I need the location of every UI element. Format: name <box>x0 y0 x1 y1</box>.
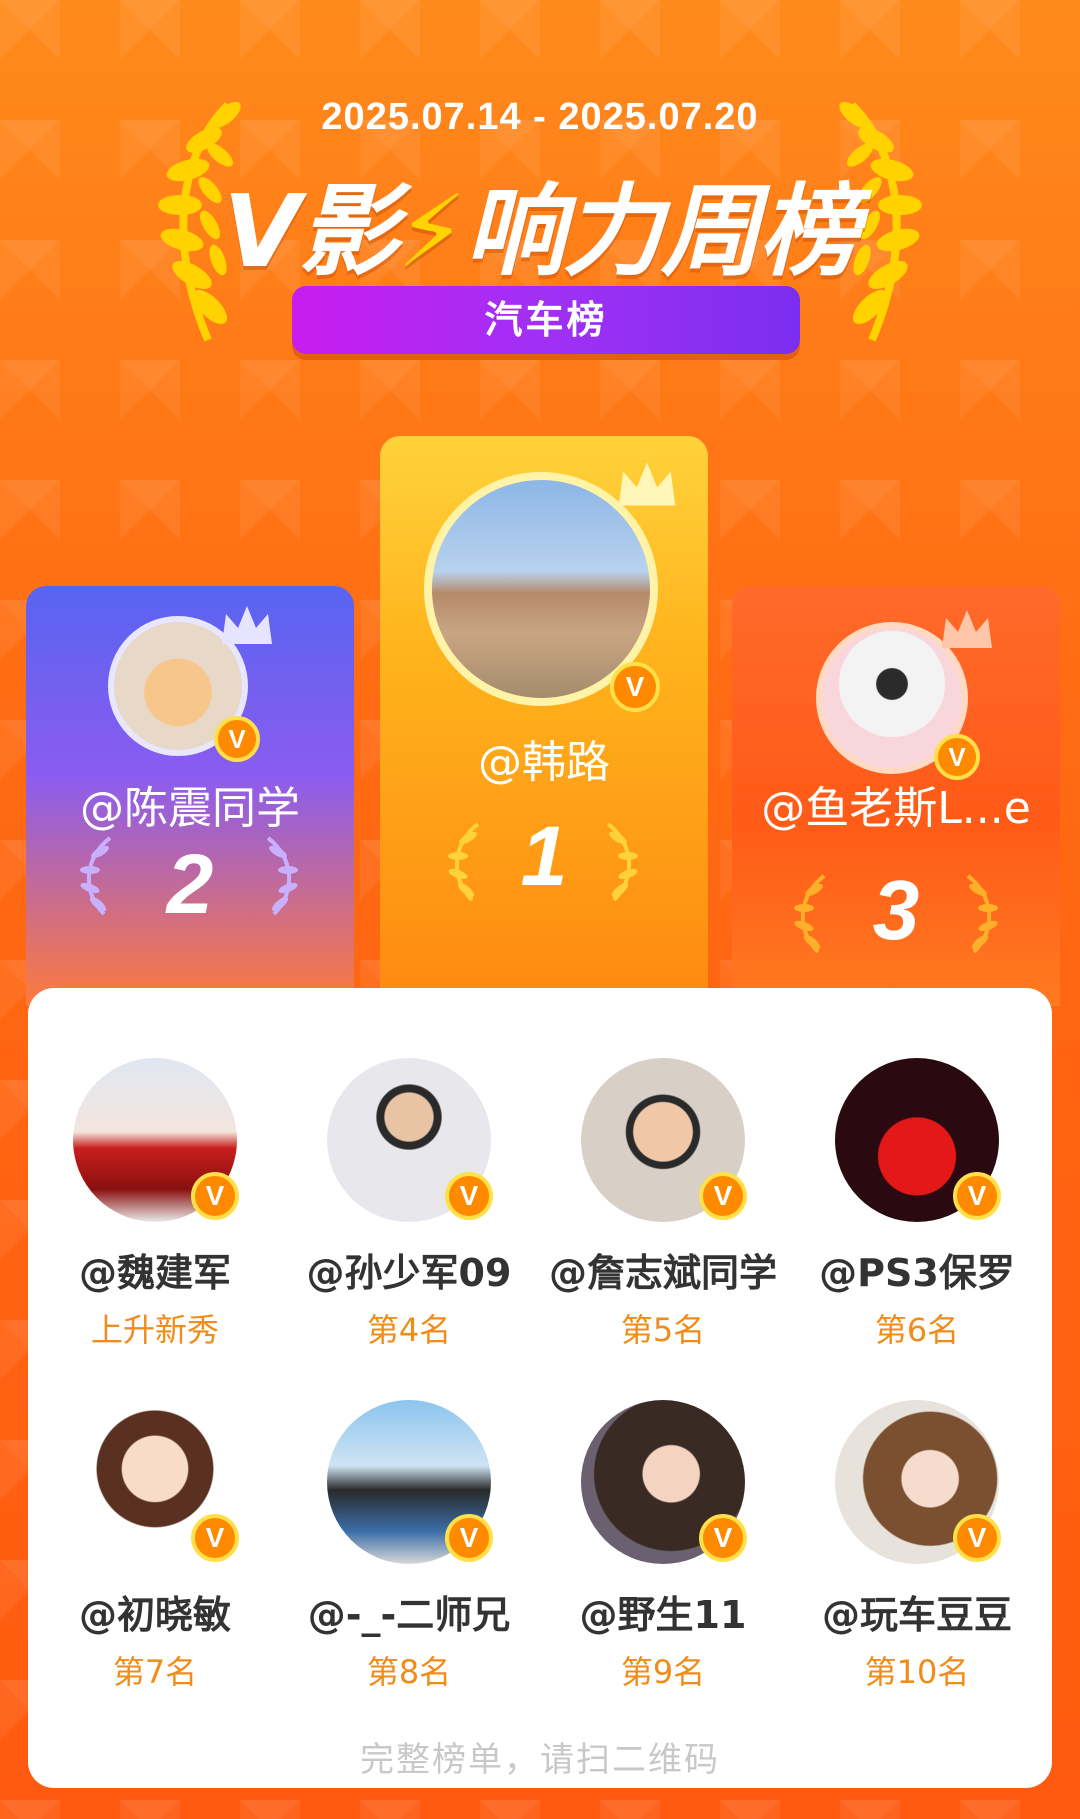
user-rank: 第8名 <box>366 1653 452 1691</box>
avatar[interactable]: V <box>816 610 992 780</box>
podium-card-second[interactable]: V @陈震同学 2 <box>26 586 354 1006</box>
avatar[interactable]: V <box>581 1400 747 1564</box>
user-name[interactable]: @野生11 <box>536 1584 790 1639</box>
user-rank: 第7名 <box>112 1653 198 1691</box>
category-pill: 汽车榜 <box>292 286 800 354</box>
avatar[interactable]: V <box>327 1400 493 1564</box>
podium-name[interactable]: @鱼老斯L...e <box>732 772 1060 836</box>
user-rank: 第5名 <box>620 1311 706 1349</box>
crown-icon <box>222 606 272 644</box>
user-name[interactable]: @PS3保罗 <box>790 1242 1044 1297</box>
avatar[interactable]: V <box>327 1058 493 1222</box>
user-name[interactable]: @孙少军09 <box>282 1242 536 1297</box>
avatar[interactable]: V <box>835 1400 1001 1564</box>
rank-number: 3 <box>872 863 920 957</box>
podium-name[interactable]: @韩路 <box>380 726 708 790</box>
verified-badge-icon: V <box>214 716 260 762</box>
avatar[interactable]: V <box>835 1058 1001 1222</box>
crown-icon <box>942 610 992 648</box>
podium-name[interactable]: @陈震同学 <box>26 772 354 836</box>
verified-badge-icon: V <box>191 1514 239 1562</box>
verified-badge-icon: V <box>699 1514 747 1562</box>
user-rank: 上升新秀 <box>90 1311 219 1349</box>
verified-badge-icon: V <box>445 1172 493 1220</box>
avatar[interactable]: V <box>73 1400 239 1564</box>
user-name[interactable]: @詹志斌同学 <box>536 1242 790 1297</box>
user-name[interactable]: @魏建军 <box>28 1242 282 1297</box>
avatar[interactable]: V <box>581 1058 747 1222</box>
list-item[interactable]: V @魏建军 上升新秀 <box>28 1058 282 1351</box>
verified-badge-icon: V <box>191 1172 239 1220</box>
verified-badge-icon: V <box>953 1172 1001 1220</box>
avatar[interactable]: V <box>108 606 272 762</box>
bolt-icon: ⚡ <box>396 173 467 290</box>
user-name[interactable]: @玩车豆豆 <box>790 1584 1044 1639</box>
podium-card-first[interactable]: V @韩路 1 <box>380 436 708 996</box>
list-item[interactable]: V @-_-二师兄 第8名 <box>282 1400 536 1693</box>
title-prefix: V影 <box>223 173 398 290</box>
user-rank: 第4名 <box>366 1311 452 1349</box>
verified-badge-icon: V <box>610 662 660 712</box>
ranking-panel: V @魏建军 上升新秀 V @孙少军09 第4名 V @詹志斌同学 第5名 V … <box>28 988 1052 1788</box>
rank-number: 1 <box>520 809 568 903</box>
footer-hint: 完整榜单，请扫二维码 <box>360 1740 720 1780</box>
title-suffix: 响力周榜 <box>464 173 859 290</box>
user-name[interactable]: @初晓敏 <box>28 1584 282 1639</box>
user-rank: 第9名 <box>620 1653 706 1691</box>
user-name[interactable]: @-_-二师兄 <box>282 1584 536 1639</box>
date-range: 2025.07.14 - 2025.07.20 <box>321 96 759 138</box>
list-item[interactable]: V @初晓敏 第7名 <box>28 1400 282 1693</box>
list-item[interactable]: V @孙少军09 第4名 <box>282 1058 536 1351</box>
list-item[interactable]: V @PS3保罗 第6名 <box>790 1058 1044 1351</box>
verified-badge-icon: V <box>445 1514 493 1562</box>
user-rank: 第10名 <box>864 1653 970 1691</box>
list-item[interactable]: V @詹志斌同学 第5名 <box>536 1058 790 1351</box>
list-item[interactable]: V @野生11 第9名 <box>536 1400 790 1693</box>
rank-number: 2 <box>166 837 214 931</box>
podium-card-third[interactable]: V @鱼老斯L...e 3 <box>732 586 1060 1006</box>
verified-badge-icon: V <box>953 1514 1001 1562</box>
avatar[interactable]: V <box>424 462 676 712</box>
user-rank: 第6名 <box>874 1311 960 1349</box>
list-item[interactable]: V @玩车豆豆 第10名 <box>790 1400 1044 1693</box>
verified-badge-icon: V <box>699 1172 747 1220</box>
avatar[interactable]: V <box>73 1058 239 1222</box>
crown-icon <box>618 462 676 506</box>
page-title: V影⚡响力周榜 <box>0 150 1080 295</box>
